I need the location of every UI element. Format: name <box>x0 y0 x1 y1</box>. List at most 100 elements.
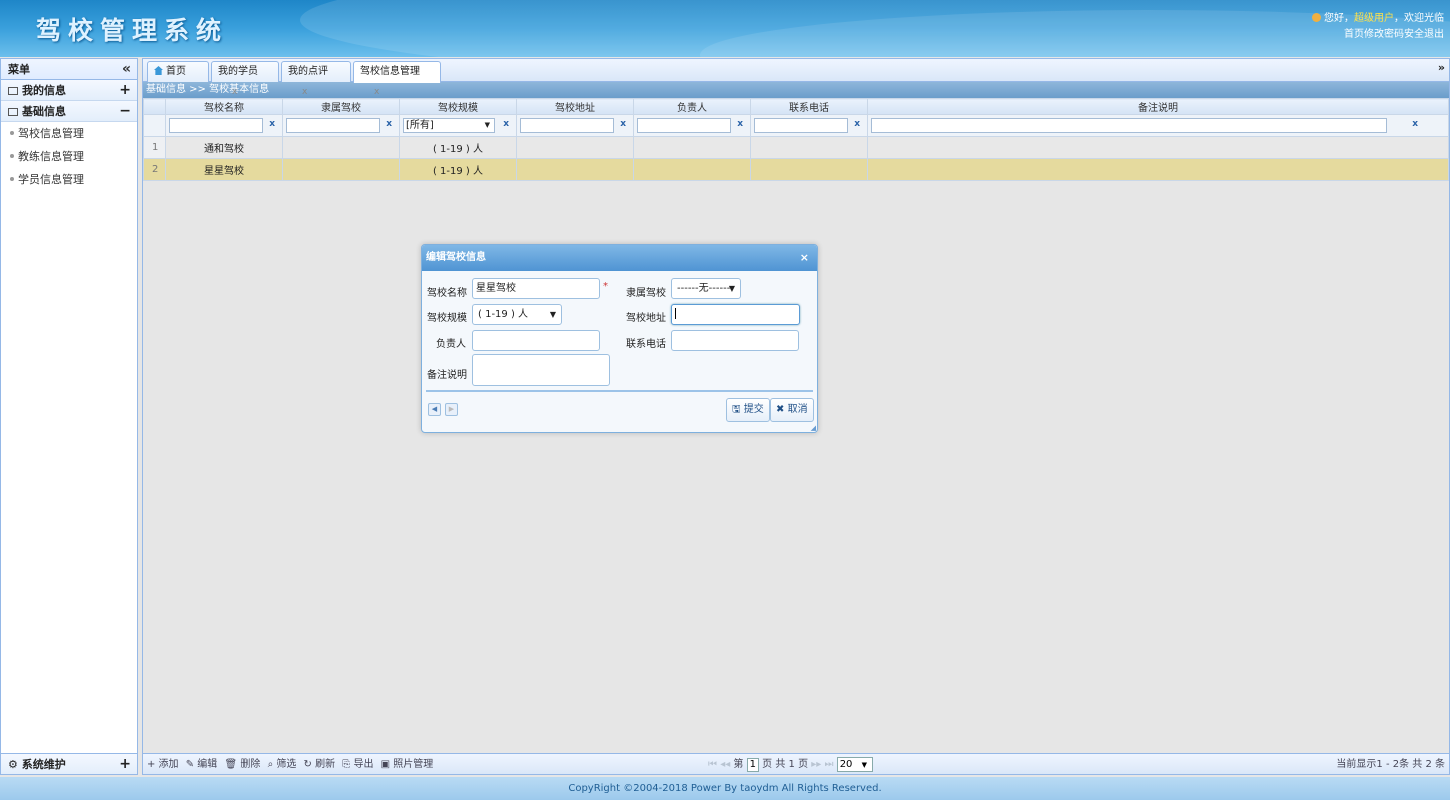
add-button[interactable]: + 添加 <box>147 759 179 770</box>
next-record-icon[interactable]: ▶ <box>445 403 458 416</box>
resize-handle-icon[interactable]: ◢ <box>811 424 816 432</box>
refresh-button[interactable]: ↻ 刷新 <box>304 759 336 770</box>
parent-school-select[interactable]: ------无------ ▼ <box>671 278 741 299</box>
column-header[interactable]: 驾校规模 <box>399 98 517 115</box>
label-parent: 隶属驾校 <box>626 288 666 299</box>
expand-icon[interactable]: + <box>119 754 131 775</box>
cell-parent[interactable] <box>282 136 400 159</box>
next-page-icon[interactable]: ▸▸ <box>811 759 821 770</box>
tab-home[interactable]: 首页 <box>147 61 209 82</box>
sidebar-item-school[interactable]: 驾校信息管理 <box>1 122 137 145</box>
close-tab-icon[interactable]: x <box>302 87 307 97</box>
first-page-icon[interactable]: ⏮ <box>708 759 717 770</box>
chevron-down-icon: ▼ <box>861 761 867 769</box>
tab-school-management[interactable]: 驾校信息管理 x <box>353 61 441 97</box>
close-icon: ✖ <box>776 404 785 415</box>
filter-input[interactable] <box>520 118 614 133</box>
page-size-select[interactable]: 20 ▼ <box>836 757 873 772</box>
delete-button[interactable]: 🗑 删除 <box>225 759 261 770</box>
cell-address[interactable] <box>516 136 634 159</box>
cell-owner[interactable] <box>633 158 751 181</box>
gear-icon: ⚙ <box>8 758 18 771</box>
clear-filter-icon[interactable]: x <box>386 119 392 129</box>
expand-icon[interactable]: + <box>119 80 131 101</box>
cell-scale[interactable]: ( 1-19 ) 人 <box>399 136 517 159</box>
filter-input[interactable] <box>169 118 263 133</box>
chevron-down-icon: ▼ <box>484 121 490 129</box>
photo-management-button[interactable]: ▣ 照片管理 <box>381 759 434 770</box>
remark-textarea[interactable] <box>472 354 610 386</box>
column-header[interactable]: 备注说明 <box>867 98 1449 115</box>
cell-parent[interactable] <box>282 158 400 181</box>
edit-button[interactable]: ✎ 编辑 <box>186 759 218 770</box>
filter-select[interactable]: [所有] ▼ <box>403 118 495 133</box>
cell-phone[interactable] <box>750 158 868 181</box>
header-links[interactable]: 首页修改密码安全退出 <box>1312 27 1444 43</box>
filter-cell: x <box>867 114 1449 137</box>
label-phone: 联系电话 <box>626 339 666 350</box>
column-header[interactable]: 驾校地址 <box>516 98 634 115</box>
close-icon[interactable]: × <box>800 245 809 271</box>
export-button[interactable]: ⎘ 导出 <box>342 759 373 770</box>
filter-cell: x <box>516 114 634 137</box>
cell-name[interactable]: 星星驾校 <box>165 158 283 181</box>
clear-filter-icon[interactable]: x <box>737 119 743 129</box>
cell-address[interactable] <box>516 158 634 181</box>
edit-school-dialog: 编辑驾校信息 × 驾校名称 星星驾校 * 隶属驾校 ------无------ ▼… <box>421 244 818 433</box>
cell-remark[interactable] <box>867 136 1449 159</box>
close-tab-icon[interactable]: x <box>232 87 237 97</box>
filter-input[interactable] <box>637 118 731 133</box>
filter-button[interactable]: ⌕ 筛选 <box>268 759 297 770</box>
tab-scroll-icon[interactable]: » <box>1438 61 1445 74</box>
phone-field[interactable] <box>671 330 799 351</box>
submit-button[interactable]: 🖫 提交 <box>726 398 770 422</box>
collapse-sidebar-icon[interactable]: « <box>122 59 131 80</box>
sidebar-group-my-info[interactable]: 我的信息 + <box>1 80 137 101</box>
owner-field[interactable] <box>472 330 600 351</box>
cancel-button[interactable]: ✖ 取消 <box>770 398 814 422</box>
label-scale: 驾校规模 <box>427 313 467 324</box>
dialog-separator <box>426 390 813 392</box>
clear-filter-icon[interactable]: x <box>503 119 509 129</box>
cell-owner[interactable] <box>633 136 751 159</box>
prev-record-icon[interactable]: ◀ <box>428 403 441 416</box>
page-input[interactable]: 1 <box>746 758 759 772</box>
close-tab-icon[interactable]: x <box>374 87 379 97</box>
clear-filter-icon[interactable]: x <box>854 119 860 129</box>
cell-name[interactable]: 通和驾校 <box>165 136 283 159</box>
clear-filter-icon[interactable]: x <box>620 119 626 129</box>
tab-label: 我的点评 <box>288 66 328 77</box>
tab-my-reviews[interactable]: 我的点评 x <box>281 61 351 97</box>
table-row-selected[interactable]: 2 星星驾校 ( 1-19 ) 人 <box>143 158 1449 181</box>
filter-cell: [所有] ▼ x <box>399 114 517 137</box>
school-address-field[interactable] <box>671 304 800 325</box>
last-page-icon[interactable]: ⏭ <box>825 759 834 770</box>
school-scale-select[interactable]: ( 1-19 ) 人 ▼ <box>472 304 562 325</box>
sidebar-group-system[interactable]: ⚙ 系统维护 + <box>1 753 137 774</box>
filter-input[interactable] <box>754 118 848 133</box>
filter-select-value: [所有] <box>406 120 434 131</box>
user-icon <box>1312 13 1321 22</box>
page-prefix: 第 <box>733 759 744 770</box>
tab-label: 首页 <box>166 66 186 77</box>
sidebar-item-coach[interactable]: 教练信息管理 <box>1 145 137 168</box>
school-name-field[interactable]: 星星驾校 <box>472 278 600 299</box>
collapse-icon[interactable]: − <box>119 101 131 122</box>
cell-scale[interactable]: ( 1-19 ) 人 <box>399 158 517 181</box>
tab-my-students[interactable]: 我的学员 x <box>211 61 279 97</box>
clear-filter-icon[interactable]: x <box>269 119 275 129</box>
sidebar-group-basic-info[interactable]: 基础信息 − <box>1 101 137 122</box>
filter-input[interactable] <box>871 118 1387 133</box>
username[interactable]: 超级用户 <box>1354 13 1394 24</box>
table-row[interactable]: 1 通和驾校 ( 1-19 ) 人 <box>143 136 1449 159</box>
sidebar-item-student[interactable]: 学员信息管理 <box>1 168 137 191</box>
prev-page-icon[interactable]: ◂◂ <box>720 759 730 770</box>
filter-input[interactable] <box>286 118 380 133</box>
column-header[interactable]: 负责人 <box>633 98 751 115</box>
column-header[interactable]: 联系电话 <box>750 98 868 115</box>
label-owner: 负责人 <box>436 339 466 350</box>
cell-phone[interactable] <box>750 136 868 159</box>
cell-remark[interactable] <box>867 158 1449 181</box>
clear-filter-icon[interactable]: x <box>1412 119 1418 129</box>
sidebar: 菜单 « 我的信息 + 基础信息 − 驾校信息管理 教练信息管理 学员信息管理 … <box>0 58 138 775</box>
